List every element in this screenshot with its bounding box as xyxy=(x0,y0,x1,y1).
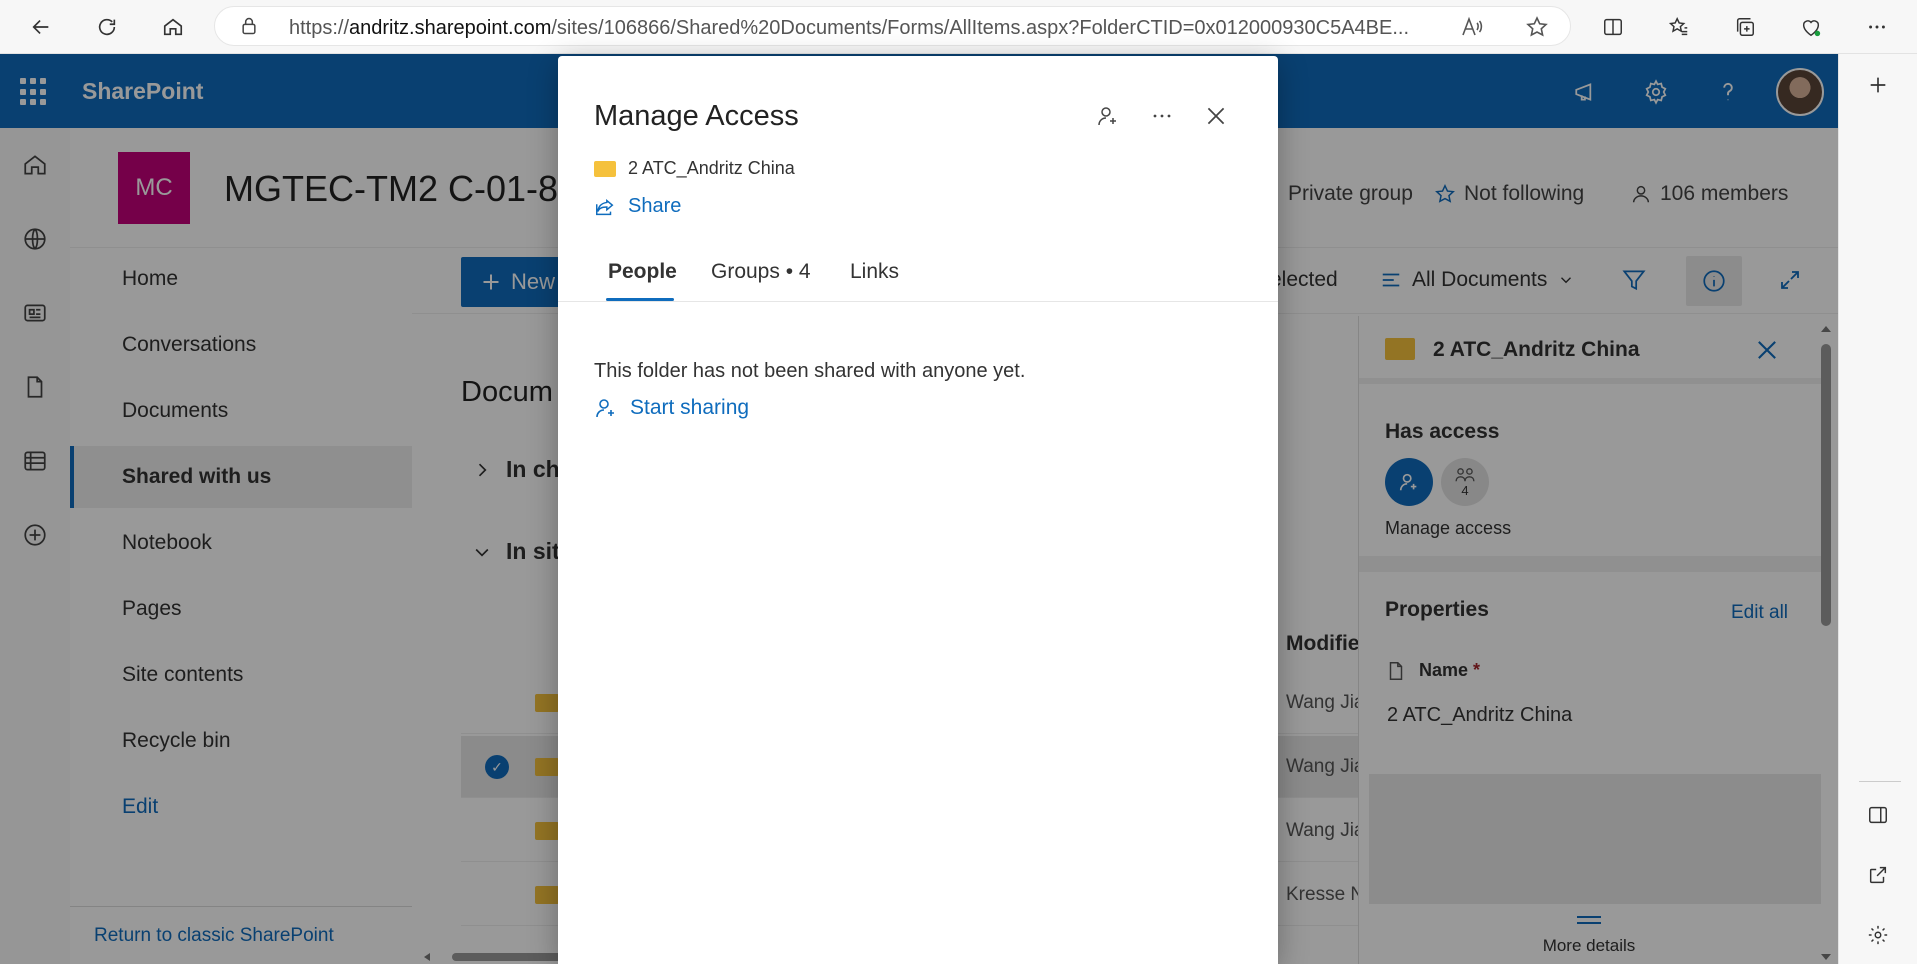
tab-people[interactable]: People xyxy=(608,260,677,284)
add-sidebar-icon[interactable] xyxy=(1863,70,1893,100)
empty-state-message: This folder has not been shared with any… xyxy=(594,360,1026,382)
read-aloud-icon[interactable] xyxy=(1459,15,1483,39)
browser-sidebar xyxy=(1838,54,1917,964)
refresh-icon[interactable] xyxy=(88,8,126,46)
dialog-folder-name: 2 ATC_Andritz China xyxy=(628,158,795,178)
address-bar[interactable]: https://andritz.sharepoint.com/sites/106… xyxy=(214,6,1571,46)
hide-sidebar-icon[interactable] xyxy=(1863,800,1893,830)
share-link[interactable]: Share xyxy=(594,195,681,218)
active-tab-indicator xyxy=(606,298,674,301)
home-icon[interactable] xyxy=(154,8,192,46)
more-options-icon[interactable] xyxy=(1858,8,1896,46)
add-person-icon xyxy=(596,399,614,418)
favorites-icon[interactable] xyxy=(1660,8,1698,46)
browser-toolbar: https://andritz.sharepoint.com/sites/106… xyxy=(0,0,1917,54)
browser-essentials-icon[interactable] xyxy=(1792,8,1830,46)
split-screen-icon[interactable] xyxy=(1594,8,1632,46)
add-person-icon[interactable] xyxy=(1092,100,1124,132)
dialog-title: Manage Access xyxy=(594,100,799,132)
manage-access-dialog: Manage Access 2 ATC_Andritz China Share … xyxy=(558,56,1278,964)
external-link-icon[interactable] xyxy=(1863,860,1893,890)
start-sharing-link[interactable]: Start sharing xyxy=(594,396,749,420)
share-icon xyxy=(596,198,614,215)
sidebar-divider xyxy=(1859,781,1901,782)
lock-icon xyxy=(242,17,256,35)
url-text: https://andritz.sharepoint.com/sites/106… xyxy=(289,17,1410,39)
close-icon[interactable] xyxy=(1200,100,1232,132)
access-tabs: People Groups • 4 Links xyxy=(558,246,1278,302)
collections-icon[interactable] xyxy=(1726,8,1764,46)
settings-icon[interactable] xyxy=(1863,920,1893,950)
folder-icon xyxy=(594,160,616,177)
favorite-star-icon[interactable] xyxy=(1525,15,1549,39)
back-icon[interactable] xyxy=(22,8,60,46)
tab-links[interactable]: Links xyxy=(850,260,899,284)
dialog-folder-info: 2 ATC_Andritz China xyxy=(594,158,795,179)
more-options-icon[interactable] xyxy=(1146,100,1178,132)
tab-groups[interactable]: Groups • 4 xyxy=(711,260,811,284)
